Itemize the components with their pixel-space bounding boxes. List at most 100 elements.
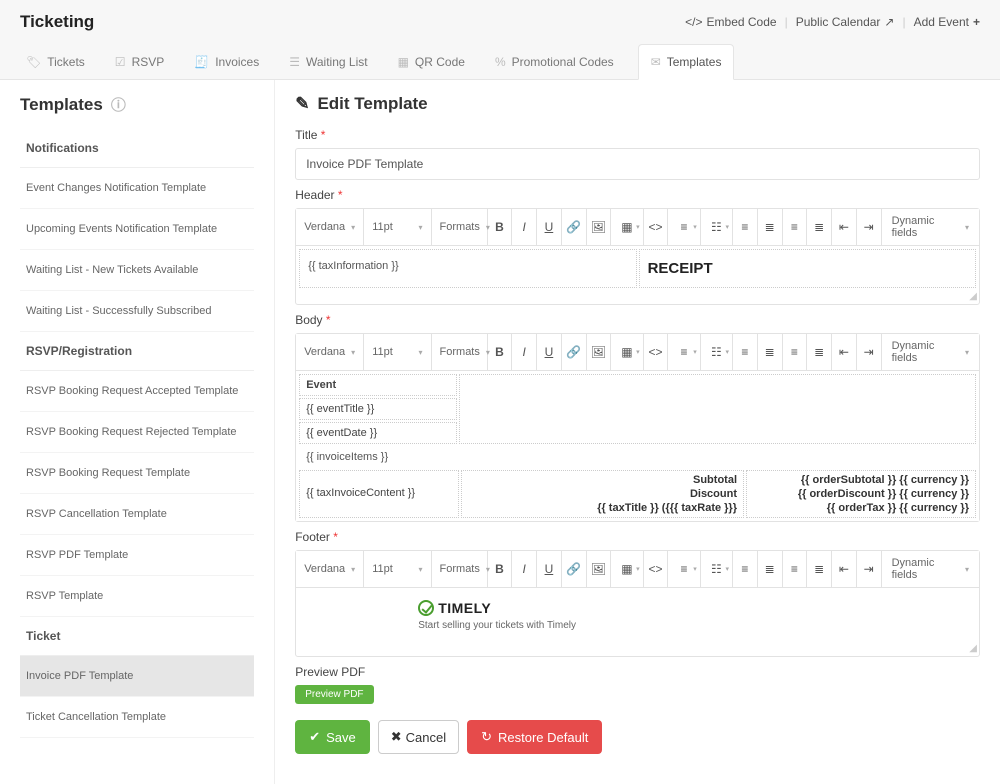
sidebar-item[interactable]: RSVP PDF Template xyxy=(20,535,254,576)
bullet-list-button[interactable]: ≡▾ xyxy=(668,209,700,245)
cancel-button[interactable]: ✖Cancel xyxy=(378,720,459,754)
link-button[interactable]: 🔗 xyxy=(562,334,587,370)
sidebar-item[interactable]: RSVP Booking Request Template xyxy=(20,453,254,494)
add-event-link[interactable]: Add Event + xyxy=(914,15,980,29)
size-select[interactable]: 11pt▾ xyxy=(364,209,431,245)
tax-invoice-cell[interactable]: {{ taxInvoiceContent }} xyxy=(299,470,459,518)
underline-button[interactable]: U xyxy=(537,334,562,370)
dynamic-fields-select[interactable]: Dynamic fields▾ xyxy=(882,334,979,370)
number-list-button[interactable]: ☷▾ xyxy=(701,209,733,245)
align-justify-button[interactable]: ≣ xyxy=(807,551,832,587)
bullet-list-button[interactable]: ≡▾ xyxy=(668,551,700,587)
footer-editor-body[interactable]: TIMELY Start selling your tickets with T… xyxy=(296,588,979,643)
font-select[interactable]: Verdana▾ xyxy=(296,334,364,370)
underline-button[interactable]: U xyxy=(537,209,562,245)
public-calendar-link[interactable]: Public Calendar ↗ xyxy=(796,15,895,29)
summary-labels-cell[interactable]: Subtotal Discount {{ taxTitle }} ({{{ ta… xyxy=(461,470,744,518)
image-button[interactable]: 🖼 xyxy=(587,334,612,370)
sidebar-item[interactable]: Waiting List - Successfully Subscribed xyxy=(20,291,254,332)
align-left-button[interactable]: ≡ xyxy=(733,551,758,587)
tab-templates[interactable]: ✉Templates xyxy=(638,44,735,80)
font-select[interactable]: Verdana▾ xyxy=(296,551,364,587)
align-right-button[interactable]: ≡ xyxy=(783,209,808,245)
sidebar-item[interactable]: Ticket Cancellation Template xyxy=(20,697,254,738)
sidebar-item[interactable]: Event Changes Notification Template xyxy=(20,168,254,209)
formats-select[interactable]: Formats▾ xyxy=(432,209,488,245)
event-head-cell[interactable]: Event xyxy=(299,374,457,396)
sidebar-item[interactable]: Upcoming Events Notification Template xyxy=(20,209,254,250)
outdent-button[interactable]: ⇤ xyxy=(832,551,857,587)
body-editor-body[interactable]: Event {{ eventTitle }} {{ eventDate }} {… xyxy=(296,371,979,521)
sidebar-item[interactable]: RSVP Template xyxy=(20,576,254,617)
dynamic-fields-select[interactable]: Dynamic fields▾ xyxy=(882,209,979,245)
code-button[interactable]: <> xyxy=(644,334,669,370)
align-center-button[interactable]: ≣ xyxy=(758,209,783,245)
invoice-items-line[interactable]: {{ invoiceItems }} xyxy=(298,445,977,469)
header-right-cell[interactable]: RECEIPT xyxy=(639,249,976,288)
save-button[interactable]: ✔Save xyxy=(295,720,370,754)
table-button[interactable]: ▦▾ xyxy=(611,551,643,587)
number-list-button[interactable]: ☷▾ xyxy=(701,551,733,587)
italic-button[interactable]: I xyxy=(512,209,537,245)
resize-grip[interactable]: ◢ xyxy=(296,291,979,304)
align-left-button[interactable]: ≡ xyxy=(733,334,758,370)
italic-button[interactable]: I xyxy=(512,334,537,370)
align-justify-button[interactable]: ≣ xyxy=(807,209,832,245)
title-input[interactable] xyxy=(295,148,980,180)
code-button[interactable]: <> xyxy=(644,209,669,245)
size-select[interactable]: 11pt▾ xyxy=(364,551,431,587)
table-button[interactable]: ▦▾ xyxy=(611,209,643,245)
image-button[interactable]: 🖼 xyxy=(587,551,612,587)
bullet-list-button[interactable]: ≡▾ xyxy=(668,334,700,370)
tab-invoices[interactable]: 🧾Invoices xyxy=(188,44,265,79)
italic-button[interactable]: I xyxy=(512,551,537,587)
event-title-cell[interactable]: {{ eventTitle }} xyxy=(299,398,457,420)
code-button[interactable]: <> xyxy=(644,551,669,587)
tab-rsvp[interactable]: ☑RSVP xyxy=(109,44,170,79)
table-button[interactable]: ▦▾ xyxy=(611,334,643,370)
link-button[interactable]: 🔗 xyxy=(562,551,587,587)
indent-button[interactable]: ⇥ xyxy=(857,551,882,587)
align-center-button[interactable]: ≣ xyxy=(758,334,783,370)
size-select[interactable]: 11pt▾ xyxy=(364,334,431,370)
underline-button[interactable]: U xyxy=(537,551,562,587)
formats-select[interactable]: Formats▾ xyxy=(432,334,488,370)
summary-values-cell[interactable]: {{ orderSubtotal }} {{ currency }} {{ or… xyxy=(746,470,976,518)
sidebar-item[interactable]: RSVP Cancellation Template xyxy=(20,494,254,535)
info-icon[interactable]: ⓘ xyxy=(111,94,126,115)
outdent-button[interactable]: ⇤ xyxy=(832,334,857,370)
restore-default-button[interactable]: ↻Restore Default xyxy=(467,720,602,754)
indent-button[interactable]: ⇥ xyxy=(857,209,882,245)
indent-button[interactable]: ⇥ xyxy=(857,334,882,370)
tab-waiting[interactable]: ☰Waiting List xyxy=(283,44,373,79)
formats-select[interactable]: Formats▾ xyxy=(432,551,488,587)
sidebar-item-active[interactable]: Invoice PDF Template xyxy=(20,656,254,697)
preview-pdf-button[interactable]: Preview PDF xyxy=(295,685,373,704)
header-left-cell[interactable]: {{ taxInformation }} xyxy=(299,249,636,288)
outdent-button[interactable]: ⇤ xyxy=(832,209,857,245)
sidebar-item[interactable]: RSVP Booking Request Accepted Template xyxy=(20,371,254,412)
sidebar-item[interactable]: Waiting List - New Tickets Available xyxy=(20,250,254,291)
bold-button[interactable]: B xyxy=(488,209,513,245)
sidebar-item[interactable]: RSVP Booking Request Rejected Template xyxy=(20,412,254,453)
image-button[interactable]: 🖼 xyxy=(587,209,612,245)
align-center-button[interactable]: ≣ xyxy=(758,551,783,587)
event-spacer-cell[interactable] xyxy=(459,374,976,444)
event-date-cell[interactable]: {{ eventDate }} xyxy=(299,422,457,444)
tab-tickets[interactable]: 🏷Tickets xyxy=(20,44,91,79)
header-editor-body[interactable]: {{ taxInformation }} RECEIPT xyxy=(296,246,979,291)
align-left-button[interactable]: ≡ xyxy=(733,209,758,245)
align-right-button[interactable]: ≡ xyxy=(783,334,808,370)
embed-code-link[interactable]: </> Embed Code xyxy=(685,15,776,29)
link-button[interactable]: 🔗 xyxy=(562,209,587,245)
tab-qr[interactable]: ▦QR Code xyxy=(392,44,471,79)
resize-grip[interactable]: ◢ xyxy=(296,643,979,656)
bold-button[interactable]: B xyxy=(488,551,513,587)
dynamic-fields-select[interactable]: Dynamic fields▾ xyxy=(882,551,979,587)
font-select[interactable]: Verdana▾ xyxy=(296,209,364,245)
number-list-button[interactable]: ☷▾ xyxy=(701,334,733,370)
tab-promos[interactable]: %Promotional Codes xyxy=(489,44,620,79)
align-right-button[interactable]: ≡ xyxy=(783,551,808,587)
bold-button[interactable]: B xyxy=(488,334,513,370)
align-justify-button[interactable]: ≣ xyxy=(807,334,832,370)
